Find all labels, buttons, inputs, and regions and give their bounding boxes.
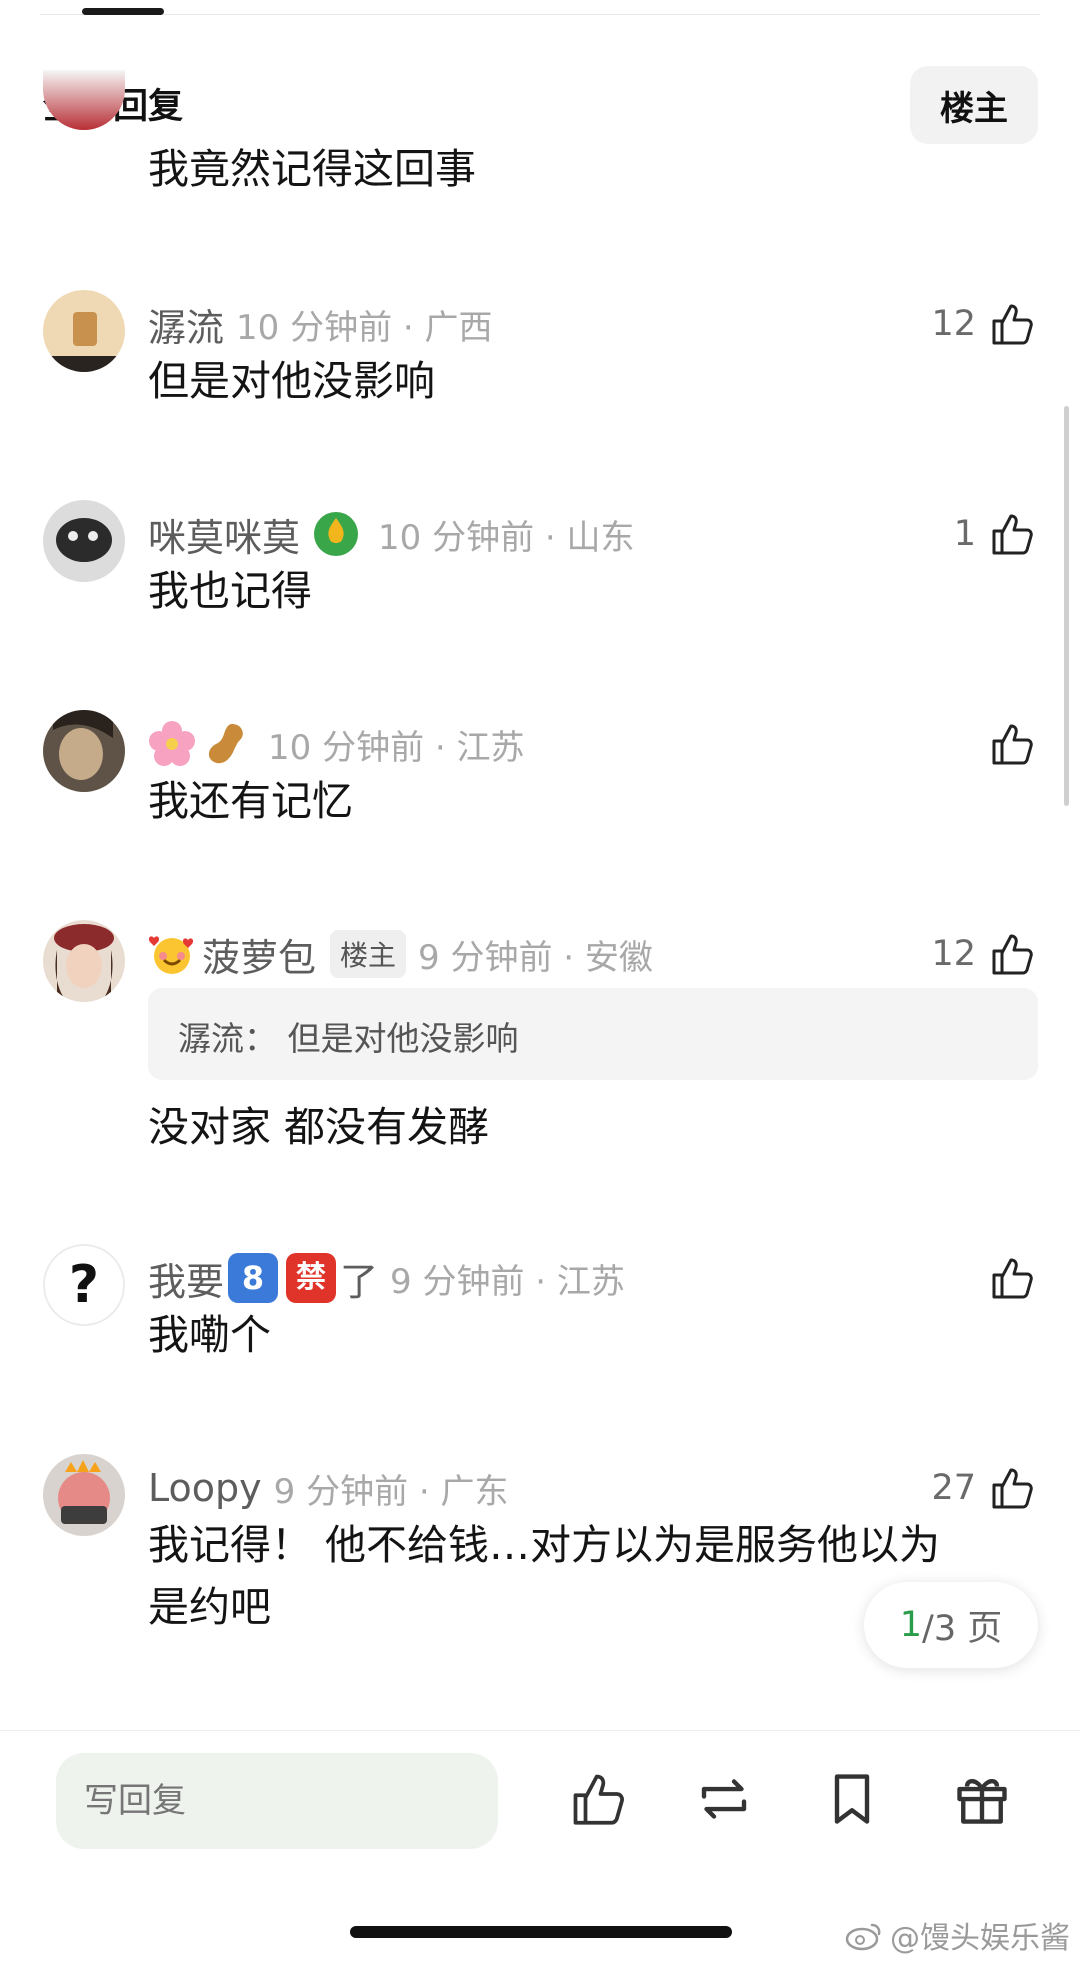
thumbs-up-icon xyxy=(992,304,1033,345)
like-button[interactable]: 12 xyxy=(931,298,1036,350)
comment-meta: 菠萝包 楼主 9 分钟前 · 安徽 xyxy=(148,928,653,980)
username-suffix[interactable]: 了 xyxy=(340,1251,378,1306)
comment-time-location: 9 分钟前 · 广东 xyxy=(273,1471,509,1512)
avatar[interactable]: ? xyxy=(43,1244,125,1326)
thumbs-up-icon xyxy=(992,724,1033,765)
comment-content: 但是对他没影响 xyxy=(148,357,435,405)
vip-badge-icon xyxy=(314,512,359,556)
avatar[interactable] xyxy=(43,500,125,582)
username[interactable]: 潺流 xyxy=(148,297,224,352)
comment-meta: 咪莫咪莫 10 分钟前 · 山东 xyxy=(148,508,635,560)
comment-content-line: 我记得！ 他不给钱…对方以为是服务他以为 xyxy=(148,1521,941,1569)
gift-icon[interactable] xyxy=(952,1769,1012,1829)
comment-meta: 潺流 10 分钟前 · 广西 xyxy=(148,298,493,350)
flower-emoji-icon xyxy=(149,721,195,766)
smiling-hearts-emoji-icon xyxy=(148,936,194,974)
like-button[interactable]: 12 xyxy=(931,928,1036,980)
like-post-icon[interactable] xyxy=(568,1769,628,1829)
page-current: 1 xyxy=(899,1605,923,1645)
username-prefix[interactable]: 我要 xyxy=(148,1251,224,1306)
like-count: 12 xyxy=(931,934,976,974)
peanut-emoji-icon xyxy=(208,724,243,764)
op-badge: 楼主 xyxy=(330,930,407,978)
number-eight-badge: 8 xyxy=(228,1253,279,1303)
watermark-text: @馒头娱乐酱 xyxy=(890,1921,1070,1956)
comment-meta: 我要 8 禁 了 9 分钟前 · 江苏 xyxy=(148,1252,625,1304)
avatar[interactable] xyxy=(43,920,125,1002)
thumbs-up-icon xyxy=(992,1468,1033,1509)
comment-meta: Loopy 9 分钟前 · 广东 xyxy=(148,1462,509,1514)
comment-time-location: 10 分钟前 · 广西 xyxy=(236,307,493,348)
scrollbar[interactable] xyxy=(1064,406,1069,806)
comment-content: 我嘞个 xyxy=(148,1311,271,1359)
like-button[interactable] xyxy=(988,718,1036,770)
weibo-logo-icon xyxy=(845,1923,881,1951)
comment-time-location: 9 分钟前 · 安徽 xyxy=(418,937,653,978)
home-indicator[interactable] xyxy=(350,1926,732,1938)
comment-meta: 10 分钟前 · 江苏 xyxy=(148,718,525,770)
avatar[interactable] xyxy=(43,710,125,792)
username[interactable]: 咪莫咪莫 xyxy=(148,507,300,562)
comment-content: 我竟然记得这回事 xyxy=(148,145,476,193)
reply-input[interactable] xyxy=(56,1753,498,1849)
thumbs-up-icon xyxy=(992,934,1033,975)
question-mark-icon: ? xyxy=(68,1255,100,1315)
like-button[interactable]: 27 xyxy=(931,1462,1036,1514)
username[interactable]: 菠萝包 xyxy=(202,927,316,982)
comment-time-location: 10 分钟前 · 山东 xyxy=(378,517,635,558)
filter-op-button[interactable]: 楼主 xyxy=(910,66,1038,144)
bookmark-icon[interactable] xyxy=(822,1769,882,1829)
like-count: 1 xyxy=(953,514,976,554)
comment-content: 我还有记忆 xyxy=(148,777,353,825)
thumbs-up-icon xyxy=(992,1258,1033,1299)
watermark: @馒头娱乐酱 xyxy=(844,1913,1070,1957)
page-total: /3 页 xyxy=(922,1608,1003,1649)
thumbs-up-icon xyxy=(992,514,1033,555)
avatar[interactable] xyxy=(43,290,125,372)
top-divider xyxy=(40,14,1040,15)
username[interactable]: Loopy xyxy=(148,1466,262,1510)
comment-content: 没对家 都没有发酵 xyxy=(148,1103,490,1151)
tab-indicator xyxy=(82,8,164,15)
repost-icon[interactable] xyxy=(694,1769,754,1829)
quoted-reply[interactable]: 潺流： 但是对他没影响 xyxy=(148,988,1038,1080)
page-indicator[interactable]: 1/3 页 xyxy=(864,1582,1038,1668)
header: 全部回复 楼主 xyxy=(0,28,1080,144)
prohibited-badge: 禁 xyxy=(286,1253,337,1303)
comment-time-location: 10 分钟前 · 江苏 xyxy=(268,727,525,768)
like-count: 12 xyxy=(931,304,976,344)
comment-content: 我也记得 xyxy=(148,567,312,615)
like-button[interactable] xyxy=(988,1252,1036,1304)
avatar[interactable] xyxy=(43,1454,125,1536)
like-count: 27 xyxy=(931,1468,976,1508)
like-button[interactable]: 1 xyxy=(954,508,1036,560)
comment-time-location: 9 分钟前 · 江苏 xyxy=(390,1261,625,1302)
quoted-reply-text: 潺流： 但是对他没影响 xyxy=(178,1019,519,1058)
